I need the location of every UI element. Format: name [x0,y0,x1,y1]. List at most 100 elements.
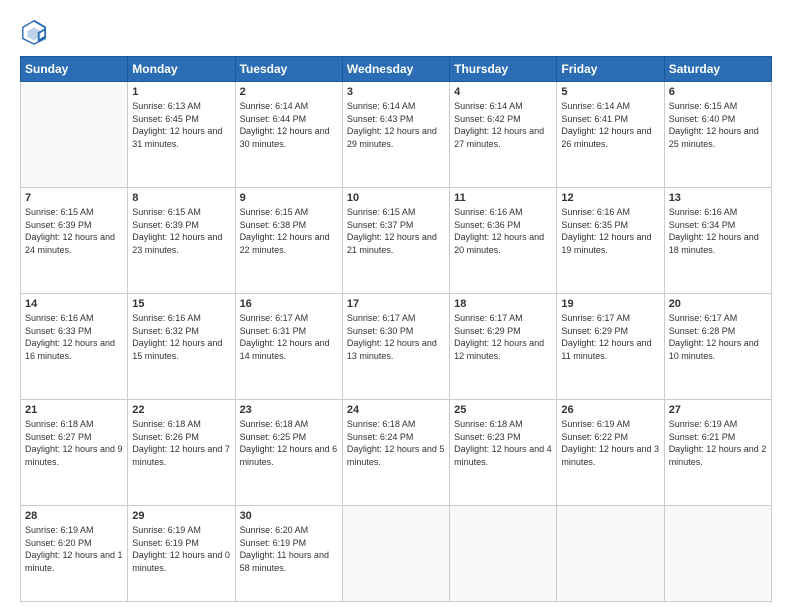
day-number: 25 [454,404,552,416]
day-number: 30 [240,510,338,522]
day-number: 16 [240,298,338,310]
day-info: Sunrise: 6:16 AM Sunset: 6:33 PM Dayligh… [25,312,123,362]
calendar-cell: 16 Sunrise: 6:17 AM Sunset: 6:31 PM Dayli… [235,294,342,400]
day-header-saturday: Saturday [664,57,771,82]
day-number: 20 [669,298,767,310]
calendar-cell: 28Sunrise: 6:19 AM Sunset: 6:20 PM Dayli… [21,506,128,602]
calendar-cell: 13 Sunrise: 6:16 AM Sunset: 6:34 PM Dayli… [664,188,771,294]
calendar-cell [557,506,664,602]
day-info: Sunrise: 6:19 AM Sunset: 6:22 PM Dayligh… [561,418,659,468]
day-number: 4 [454,86,552,98]
day-info: Sunrise: 6:18 AM Sunset: 6:27 PM Dayligh… [25,418,123,468]
page: SundayMondayTuesdayWednesdayThursdayFrid… [0,0,792,612]
day-info: Sunrise: 6:14 AM Sunset: 6:42 PM Dayligh… [454,100,552,150]
day-header-tuesday: Tuesday [235,57,342,82]
calendar-cell: 17 Sunrise: 6:17 AM Sunset: 6:30 PM Dayli… [342,294,449,400]
calendar-week-4: 21 Sunrise: 6:18 AM Sunset: 6:27 PM Dayli… [21,400,772,506]
day-number: 10 [347,192,445,204]
day-number: 9 [240,192,338,204]
day-info: Sunrise: 6:18 AM Sunset: 6:23 PM Dayligh… [454,418,552,468]
day-number: 8 [132,192,230,204]
day-info: Sunrise: 6:15 AM Sunset: 6:39 PM Dayligh… [25,206,123,256]
day-info: Sunrise: 6:17 AM Sunset: 6:28 PM Dayligh… [669,312,767,362]
day-info: Sunrise: 6:15 AM Sunset: 6:38 PM Dayligh… [240,206,338,256]
header [20,18,772,46]
calendar-cell: 15Sunrise: 6:16 AM Sunset: 6:32 PM Dayli… [128,294,235,400]
calendar-cell [450,506,557,602]
day-number: 18 [454,298,552,310]
day-number: 13 [669,192,767,204]
day-info: Sunrise: 6:15 AM Sunset: 6:40 PM Dayligh… [669,100,767,150]
day-info: Sunrise: 6:17 AM Sunset: 6:29 PM Dayligh… [454,312,552,362]
day-info: Sunrise: 6:17 AM Sunset: 6:29 PM Dayligh… [561,312,659,362]
day-number: 17 [347,298,445,310]
day-info: Sunrise: 6:14 AM Sunset: 6:41 PM Dayligh… [561,100,659,150]
day-number: 11 [454,192,552,204]
day-header-sunday: Sunday [21,57,128,82]
day-number: 19 [561,298,659,310]
day-info: Sunrise: 6:19 AM Sunset: 6:21 PM Dayligh… [669,418,767,468]
calendar-cell: 25 Sunrise: 6:18 AM Sunset: 6:23 PM Dayli… [450,400,557,506]
calendar-cell: 22 Sunrise: 6:18 AM Sunset: 6:26 PM Dayli… [128,400,235,506]
calendar-cell: 27Sunrise: 6:19 AM Sunset: 6:21 PM Dayli… [664,400,771,506]
logo-icon [20,18,48,46]
calendar-week-1: 1Sunrise: 6:13 AM Sunset: 6:45 PM Daylig… [21,82,772,188]
calendar-cell: 3 Sunrise: 6:14 AM Sunset: 6:43 PM Daylig… [342,82,449,188]
day-header-monday: Monday [128,57,235,82]
day-info: Sunrise: 6:17 AM Sunset: 6:31 PM Dayligh… [240,312,338,362]
day-number: 23 [240,404,338,416]
day-number: 5 [561,86,659,98]
day-header-friday: Friday [557,57,664,82]
calendar-cell: 9 Sunrise: 6:15 AM Sunset: 6:38 PM Daylig… [235,188,342,294]
calendar-cell [342,506,449,602]
day-number: 6 [669,86,767,98]
day-info: Sunrise: 6:16 AM Sunset: 6:36 PM Dayligh… [454,206,552,256]
day-number: 24 [347,404,445,416]
day-number: 26 [561,404,659,416]
day-number: 14 [25,298,123,310]
day-info: Sunrise: 6:16 AM Sunset: 6:35 PM Dayligh… [561,206,659,256]
day-info: Sunrise: 6:18 AM Sunset: 6:25 PM Dayligh… [240,418,338,468]
day-info: Sunrise: 6:14 AM Sunset: 6:44 PM Dayligh… [240,100,338,150]
day-number: 12 [561,192,659,204]
day-number: 28 [25,510,123,522]
day-number: 3 [347,86,445,98]
calendar-cell: 18 Sunrise: 6:17 AM Sunset: 6:29 PM Dayli… [450,294,557,400]
calendar-cell: 29Sunrise: 6:19 AM Sunset: 6:19 PM Dayli… [128,506,235,602]
calendar-cell: 21 Sunrise: 6:18 AM Sunset: 6:27 PM Dayli… [21,400,128,506]
logo [20,18,52,46]
day-number: 2 [240,86,338,98]
day-info: Sunrise: 6:14 AM Sunset: 6:43 PM Dayligh… [347,100,445,150]
calendar-cell: 8 Sunrise: 6:15 AM Sunset: 6:39 PM Daylig… [128,188,235,294]
calendar-cell: 2 Sunrise: 6:14 AM Sunset: 6:44 PM Daylig… [235,82,342,188]
calendar-week-2: 7 Sunrise: 6:15 AM Sunset: 6:39 PM Daylig… [21,188,772,294]
calendar-cell: 12 Sunrise: 6:16 AM Sunset: 6:35 PM Dayli… [557,188,664,294]
calendar-cell: 30 Sunrise: 6:20 AM Sunset: 6:19 PM Dayli… [235,506,342,602]
calendar-week-3: 14 Sunrise: 6:16 AM Sunset: 6:33 PM Dayli… [21,294,772,400]
calendar-cell: 20 Sunrise: 6:17 AM Sunset: 6:28 PM Dayli… [664,294,771,400]
day-number: 21 [25,404,123,416]
calendar-cell [664,506,771,602]
day-header-wednesday: Wednesday [342,57,449,82]
calendar-cell: 14 Sunrise: 6:16 AM Sunset: 6:33 PM Dayli… [21,294,128,400]
calendar-cell: 5 Sunrise: 6:14 AM Sunset: 6:41 PM Daylig… [557,82,664,188]
calendar-cell: 10 Sunrise: 6:15 AM Sunset: 6:37 PM Dayli… [342,188,449,294]
day-info: Sunrise: 6:15 AM Sunset: 6:39 PM Dayligh… [132,206,230,256]
calendar-cell: 6 Sunrise: 6:15 AM Sunset: 6:40 PM Daylig… [664,82,771,188]
calendar-cell: 7 Sunrise: 6:15 AM Sunset: 6:39 PM Daylig… [21,188,128,294]
day-info: Sunrise: 6:17 AM Sunset: 6:30 PM Dayligh… [347,312,445,362]
calendar-cell: 1Sunrise: 6:13 AM Sunset: 6:45 PM Daylig… [128,82,235,188]
calendar-week-5: 28Sunrise: 6:19 AM Sunset: 6:20 PM Dayli… [21,506,772,602]
day-info: Sunrise: 6:13 AM Sunset: 6:45 PM Dayligh… [132,100,230,150]
day-info: Sunrise: 6:15 AM Sunset: 6:37 PM Dayligh… [347,206,445,256]
calendar-cell: 4 Sunrise: 6:14 AM Sunset: 6:42 PM Daylig… [450,82,557,188]
day-number: 15 [132,298,230,310]
day-info: Sunrise: 6:18 AM Sunset: 6:26 PM Dayligh… [132,418,230,468]
day-info: Sunrise: 6:19 AM Sunset: 6:19 PM Dayligh… [132,524,230,574]
day-number: 7 [25,192,123,204]
day-info: Sunrise: 6:16 AM Sunset: 6:34 PM Dayligh… [669,206,767,256]
day-number: 22 [132,404,230,416]
calendar-cell: 19 Sunrise: 6:17 AM Sunset: 6:29 PM Dayli… [557,294,664,400]
day-info: Sunrise: 6:20 AM Sunset: 6:19 PM Dayligh… [240,524,338,574]
calendar-cell [21,82,128,188]
